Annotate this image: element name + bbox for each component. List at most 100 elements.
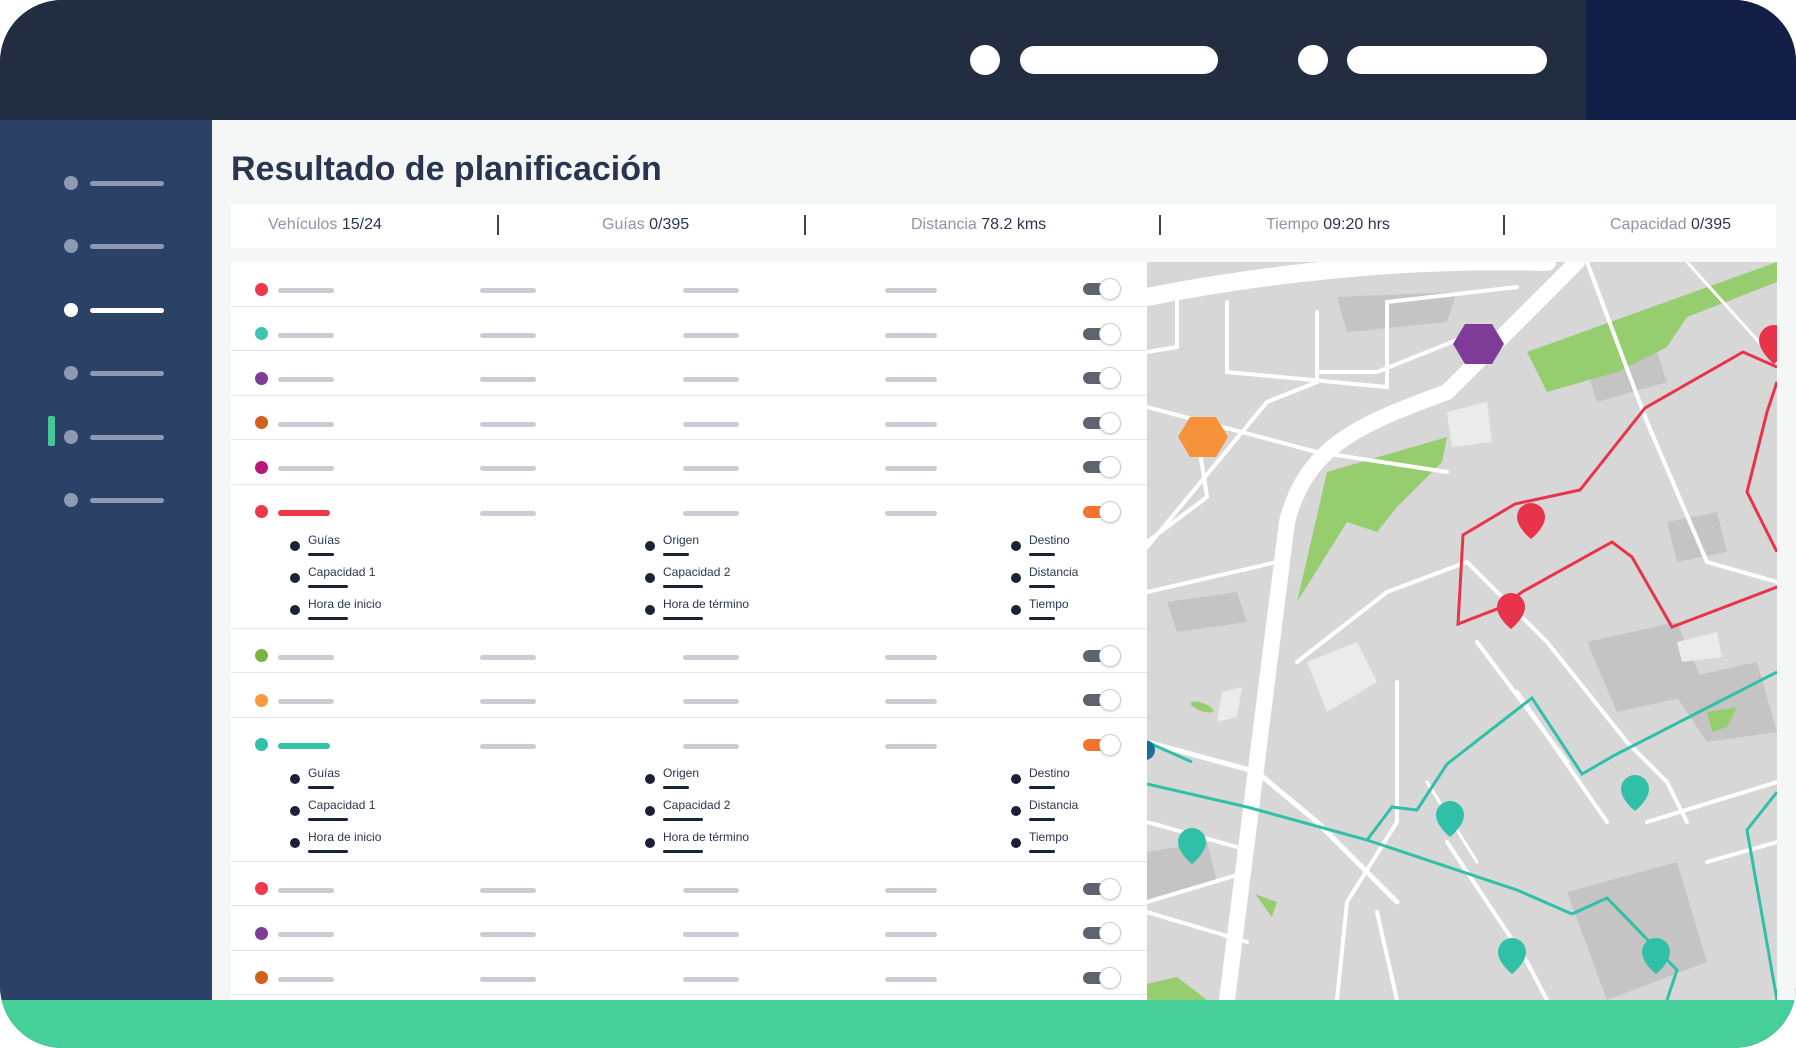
stat-label: Capacidad — [1610, 216, 1687, 233]
sidebar-item-4[interactable] — [64, 363, 174, 383]
route-detail-value — [308, 817, 348, 821]
route-detail-label: Guías — [308, 532, 341, 547]
route-map[interactable] — [1147, 262, 1777, 1000]
route-field-placeholder — [885, 887, 937, 893]
route-row[interactable] — [231, 673, 1147, 718]
route-field-placeholder — [885, 510, 937, 516]
route-name-placeholder — [278, 887, 334, 893]
route-visibility-toggle[interactable] — [1083, 689, 1121, 711]
stats-bar: Vehículos 15/24 Guías 0/395 Distancia 78… — [231, 204, 1776, 248]
route-color-dot — [255, 505, 268, 518]
toggle-knob — [1099, 733, 1121, 756]
route-field-placeholder — [885, 332, 937, 338]
route-visibility-toggle[interactable] — [1083, 500, 1121, 523]
toggle-knob — [1099, 411, 1121, 434]
route-row[interactable] — [231, 629, 1147, 673]
route-row[interactable] — [231, 396, 1147, 440]
toggle-knob — [1099, 922, 1121, 944]
detail-bullet — [1011, 805, 1021, 816]
route-field-placeholder — [885, 466, 937, 471]
route-field-placeholder — [683, 654, 739, 660]
detail-bullet — [290, 773, 300, 784]
route-color-dot — [255, 371, 268, 385]
route-detail-value — [308, 552, 334, 556]
stat-capacidad: Capacidad 0/395 — [1610, 216, 1731, 234]
sidebar-item-2[interactable] — [64, 236, 174, 256]
route-detail-label: Hora de término — [663, 596, 750, 611]
route-detail-label: Origen — [663, 532, 700, 547]
route-visibility-toggle[interactable] — [1083, 733, 1121, 756]
stat-divider — [1159, 215, 1161, 235]
route-detail-value — [663, 616, 703, 620]
route-detail-label: Capacidad 1 — [308, 797, 376, 812]
route-row[interactable] — [231, 862, 1147, 906]
route-detail-label: Origen — [663, 765, 700, 780]
route-field-placeholder — [885, 288, 937, 293]
sidebar-item-1[interactable] — [64, 173, 174, 193]
sidebar-item-label — [90, 498, 164, 503]
route-row[interactable]: Guías Capacidad 1 Hora de inicio Origen Capa… — [231, 485, 1147, 629]
sidebar-item-dot — [64, 493, 78, 507]
detail-bullet — [645, 837, 655, 848]
stat-divider — [804, 215, 806, 235]
route-field-placeholder — [480, 932, 536, 937]
detail-bullet — [1011, 837, 1021, 848]
route-detail-value — [1029, 849, 1055, 853]
route-row[interactable] — [231, 440, 1147, 485]
sidebar-item-5[interactable] — [64, 427, 174, 447]
stat-value: 09:20 hrs — [1323, 216, 1390, 233]
route-field-placeholder — [683, 377, 739, 382]
route-detail-label: Capacidad 2 — [663, 564, 731, 579]
stat-guias: Guías 0/395 — [602, 216, 689, 234]
detail-bullet — [645, 604, 655, 615]
route-field-placeholder — [683, 288, 739, 293]
route-row[interactable] — [231, 906, 1147, 951]
route-detail-label: Hora de término — [663, 829, 750, 844]
page-title: Resultado de planificación — [231, 150, 662, 188]
top-placeholder-2[interactable] — [1347, 46, 1547, 74]
route-visibility-toggle[interactable] — [1083, 367, 1121, 389]
route-field-placeholder — [480, 466, 536, 471]
stat-tiempo: Tiempo 09:20 hrs — [1266, 216, 1390, 234]
route-visibility-toggle[interactable] — [1083, 456, 1121, 478]
route-row[interactable] — [231, 307, 1147, 351]
route-name-placeholder — [278, 288, 334, 293]
route-name-placeholder — [278, 377, 334, 382]
route-visibility-toggle[interactable] — [1083, 322, 1121, 345]
sidebar-item-label — [90, 181, 164, 186]
map-canvas[interactable] — [1147, 262, 1777, 1000]
stat-value: 15/24 — [341, 216, 382, 233]
route-visibility-toggle[interactable] — [1083, 411, 1121, 434]
route-row[interactable]: Guías Capacidad 1 Hora de inicio Origen Capa… — [231, 718, 1147, 862]
detail-bullet — [1011, 540, 1021, 551]
route-color-dot — [255, 738, 268, 751]
route-field-placeholder — [683, 510, 739, 516]
route-detail-label: Hora de inicio — [308, 829, 382, 844]
route-visibility-toggle[interactable] — [1083, 922, 1121, 944]
route-visibility-toggle[interactable] — [1083, 644, 1121, 667]
route-field-placeholder — [683, 421, 739, 427]
stat-value: 78.2 kms — [981, 216, 1047, 233]
route-field-placeholder — [885, 377, 937, 382]
route-field-placeholder — [885, 932, 937, 937]
sidebar-item-label — [90, 371, 164, 376]
bottom-bar — [0, 1000, 1796, 1048]
route-row[interactable] — [231, 951, 1147, 995]
route-visibility-toggle[interactable] — [1083, 877, 1121, 900]
top-placeholder-1[interactable] — [1020, 46, 1218, 74]
sidebar-item-label — [90, 308, 164, 313]
detail-bullet — [290, 572, 300, 583]
route-field-placeholder — [885, 421, 937, 427]
sidebar-item-dot — [64, 239, 78, 253]
sidebar-item-6[interactable] — [64, 490, 174, 510]
route-detail-label: Capacidad 2 — [663, 797, 731, 812]
route-row[interactable] — [231, 351, 1147, 396]
route-name-placeholder — [278, 976, 334, 982]
route-detail-value — [308, 849, 348, 853]
route-visibility-toggle[interactable] — [1083, 966, 1121, 989]
route-row[interactable] — [231, 262, 1147, 307]
sidebar-item-3-active[interactable] — [64, 300, 174, 320]
toggle-knob — [1099, 689, 1121, 711]
route-visibility-toggle[interactable] — [1083, 278, 1121, 300]
route-field-placeholder — [480, 743, 536, 749]
